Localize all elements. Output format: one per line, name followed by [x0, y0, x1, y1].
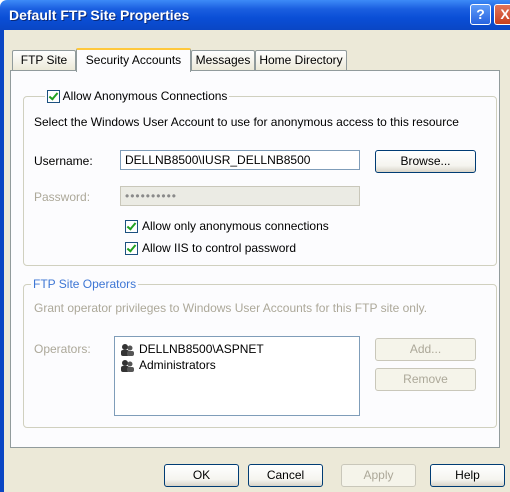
title-bar[interactable]: Default FTP Site Properties ? X: [0, 0, 510, 30]
password-field: ••••••••••: [120, 186, 360, 206]
operators-description: Grant operator privileges to Windows Use…: [34, 301, 428, 315]
username-label: Username:: [34, 154, 93, 168]
allow-anonymous-checkbox[interactable]: [47, 90, 60, 104]
username-field[interactable]: DELLNB8500\IUSR_DELLNB8500: [120, 150, 360, 170]
properties-dialog: Default FTP Site Properties ? X FTP Site…: [0, 0, 510, 492]
list-item[interactable]: Administrators: [119, 357, 216, 373]
apply-button: Apply: [341, 464, 416, 487]
user-group-icon: [119, 343, 135, 357]
add-button: Add...: [375, 338, 476, 361]
cancel-button[interactable]: Cancel: [248, 464, 323, 487]
close-button[interactable]: X: [494, 4, 510, 25]
allow-iis-password-checkbox[interactable]: [125, 242, 138, 255]
operator-name: Administrators: [139, 358, 216, 372]
operators-listbox[interactable]: DELLNB8500\ASPNET Administrators: [114, 336, 360, 416]
tab-messages[interactable]: Messages: [191, 50, 255, 70]
remove-button: Remove: [375, 368, 476, 391]
allow-anonymous-label[interactable]: Allow Anonymous Connections: [63, 89, 228, 103]
help-title-button[interactable]: ?: [470, 4, 491, 25]
operators-group-legend: FTP Site Operators: [31, 277, 139, 291]
help-button[interactable]: Help: [430, 464, 505, 487]
allow-only-anonymous-label[interactable]: Allow only anonymous connections: [142, 219, 329, 233]
window-title: Default FTP Site Properties: [9, 7, 190, 23]
tab-ftp-site[interactable]: FTP Site: [12, 50, 76, 70]
browse-button[interactable]: Browse...: [375, 150, 476, 173]
tab-security-accounts[interactable]: Security Accounts: [76, 48, 191, 72]
operators-label: Operators:: [34, 342, 91, 356]
password-label: Password:: [34, 190, 91, 204]
anonymous-group-legend: Allow Anonymous Connections: [45, 89, 230, 104]
operator-name: DELLNB8500\ASPNET: [139, 342, 264, 356]
allow-only-anonymous-checkbox[interactable]: [125, 220, 138, 233]
anonymous-description: Select the Windows User Account to use f…: [34, 115, 459, 129]
tab-home-directory[interactable]: Home Directory: [255, 50, 347, 70]
allow-iis-password-label[interactable]: Allow IIS to control password: [142, 241, 296, 255]
ok-button[interactable]: OK: [164, 464, 239, 487]
user-group-icon: [119, 359, 135, 373]
list-item[interactable]: DELLNB8500\ASPNET: [119, 341, 264, 357]
